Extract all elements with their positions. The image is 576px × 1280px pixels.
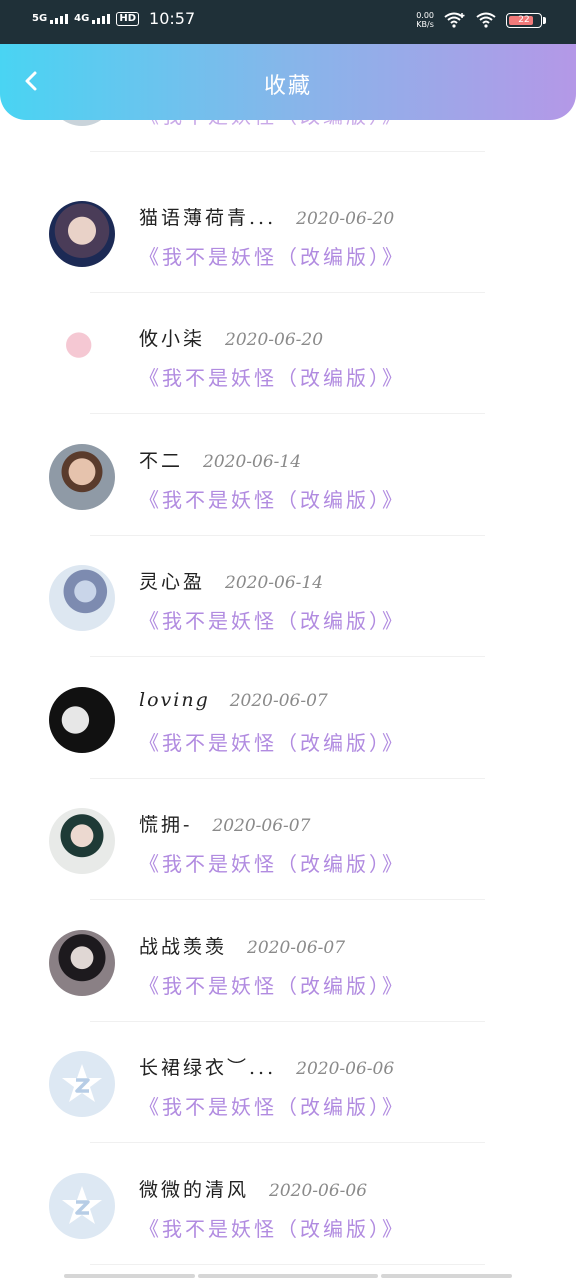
- list-item[interactable]: 不二 2020-06-14 《我不是妖怪（改编版）》: [0, 384, 576, 536]
- list-item[interactable]: loving 2020-06-07 《我不是妖怪（改编版）》: [0, 627, 576, 779]
- default-avatar-icon: [62, 1186, 102, 1224]
- bottom-indicator: [381, 1274, 512, 1278]
- status-bar: 5G 4G HD 10:57 0.00 KB/s 22: [0, 0, 576, 44]
- avatar: [49, 322, 115, 388]
- divider: [90, 1264, 485, 1265]
- wifi-icon: [476, 12, 496, 28]
- user-name: 灵心盈: [139, 571, 206, 593]
- clock: 10:57: [149, 9, 196, 28]
- user-name: 长裙绿衣︶...: [139, 1057, 277, 1079]
- wifi-plus-icon: [444, 12, 465, 28]
- speed-value: 0.00: [416, 11, 434, 20]
- hd-badge: HD: [116, 11, 140, 26]
- avatar: [49, 687, 115, 753]
- default-avatar-icon: [62, 1064, 102, 1102]
- song-title: 《我不是妖怪（改编版）》: [139, 1217, 405, 1241]
- date: 2020-06-06: [296, 1059, 395, 1079]
- list-item[interactable]: 攸小柒 2020-06-20 《我不是妖怪（改编版）》: [0, 262, 576, 414]
- user-name: 慌拥-: [139, 814, 193, 836]
- avatar: [49, 930, 115, 996]
- list-item[interactable]: 猫语薄荷青... 2020-06-20 《我不是妖怪（改编版）》: [0, 141, 576, 293]
- list-item[interactable]: 战战羡羡 2020-06-07 《我不是妖怪（改编版）》: [0, 870, 576, 1022]
- app-header: 收藏: [0, 44, 576, 120]
- date: 2020-06-07: [229, 691, 328, 711]
- avatar: [49, 1051, 115, 1117]
- list-item[interactable]: 慌拥- 2020-06-07 《我不是妖怪（改编版）》: [0, 748, 576, 900]
- avatar: [49, 444, 115, 510]
- date: 2020-06-07: [247, 938, 346, 958]
- favorites-list: 《我不是妖怪（改编版）》 猫语薄荷青... 2020-06-20 《我不是妖怪（…: [0, 100, 576, 1270]
- signal-5g-label: 5G: [32, 12, 48, 24]
- list-item[interactable]: 长裙绿衣︶... 2020-06-06 《我不是妖怪（改编版）》: [0, 991, 576, 1143]
- avatar: [49, 565, 115, 631]
- page-title: 收藏: [263, 74, 312, 99]
- user-name: 微微的清风: [139, 1179, 250, 1201]
- user-name: 猫语薄荷青...: [139, 207, 277, 229]
- date: 2020-06-06: [269, 1181, 368, 1201]
- date: 2020-06-07: [212, 816, 311, 836]
- user-name: 攸小柒: [139, 328, 206, 350]
- battery-level: 22: [518, 14, 530, 25]
- avatar: [49, 201, 115, 267]
- network-speed: 0.00 KB/s: [416, 11, 434, 29]
- battery-icon: 22: [506, 12, 542, 28]
- bottom-indicator: [64, 1274, 195, 1278]
- avatar: [49, 808, 115, 874]
- avatar: [49, 1173, 115, 1239]
- user-name: loving: [139, 689, 210, 711]
- list-item[interactable]: 灵心盈 2020-06-14 《我不是妖怪（改编版）》: [0, 505, 576, 657]
- signal-5g-icon: 5G: [32, 12, 69, 24]
- date: 2020-06-14: [203, 452, 302, 472]
- signal-4g-label: 4G: [74, 12, 90, 24]
- speed-unit: KB/s: [416, 20, 434, 29]
- list-item[interactable]: 微微的清风 2020-06-06 《我不是妖怪（改编版）》: [0, 1113, 576, 1265]
- signal-4g-icon: 4G: [74, 12, 111, 24]
- date: 2020-06-14: [225, 573, 324, 593]
- user-name: 不二: [139, 450, 184, 472]
- date: 2020-06-20: [225, 330, 324, 350]
- date: 2020-06-20: [296, 209, 395, 229]
- user-name: 战战羡羡: [139, 936, 228, 958]
- bottom-indicator: [198, 1274, 378, 1278]
